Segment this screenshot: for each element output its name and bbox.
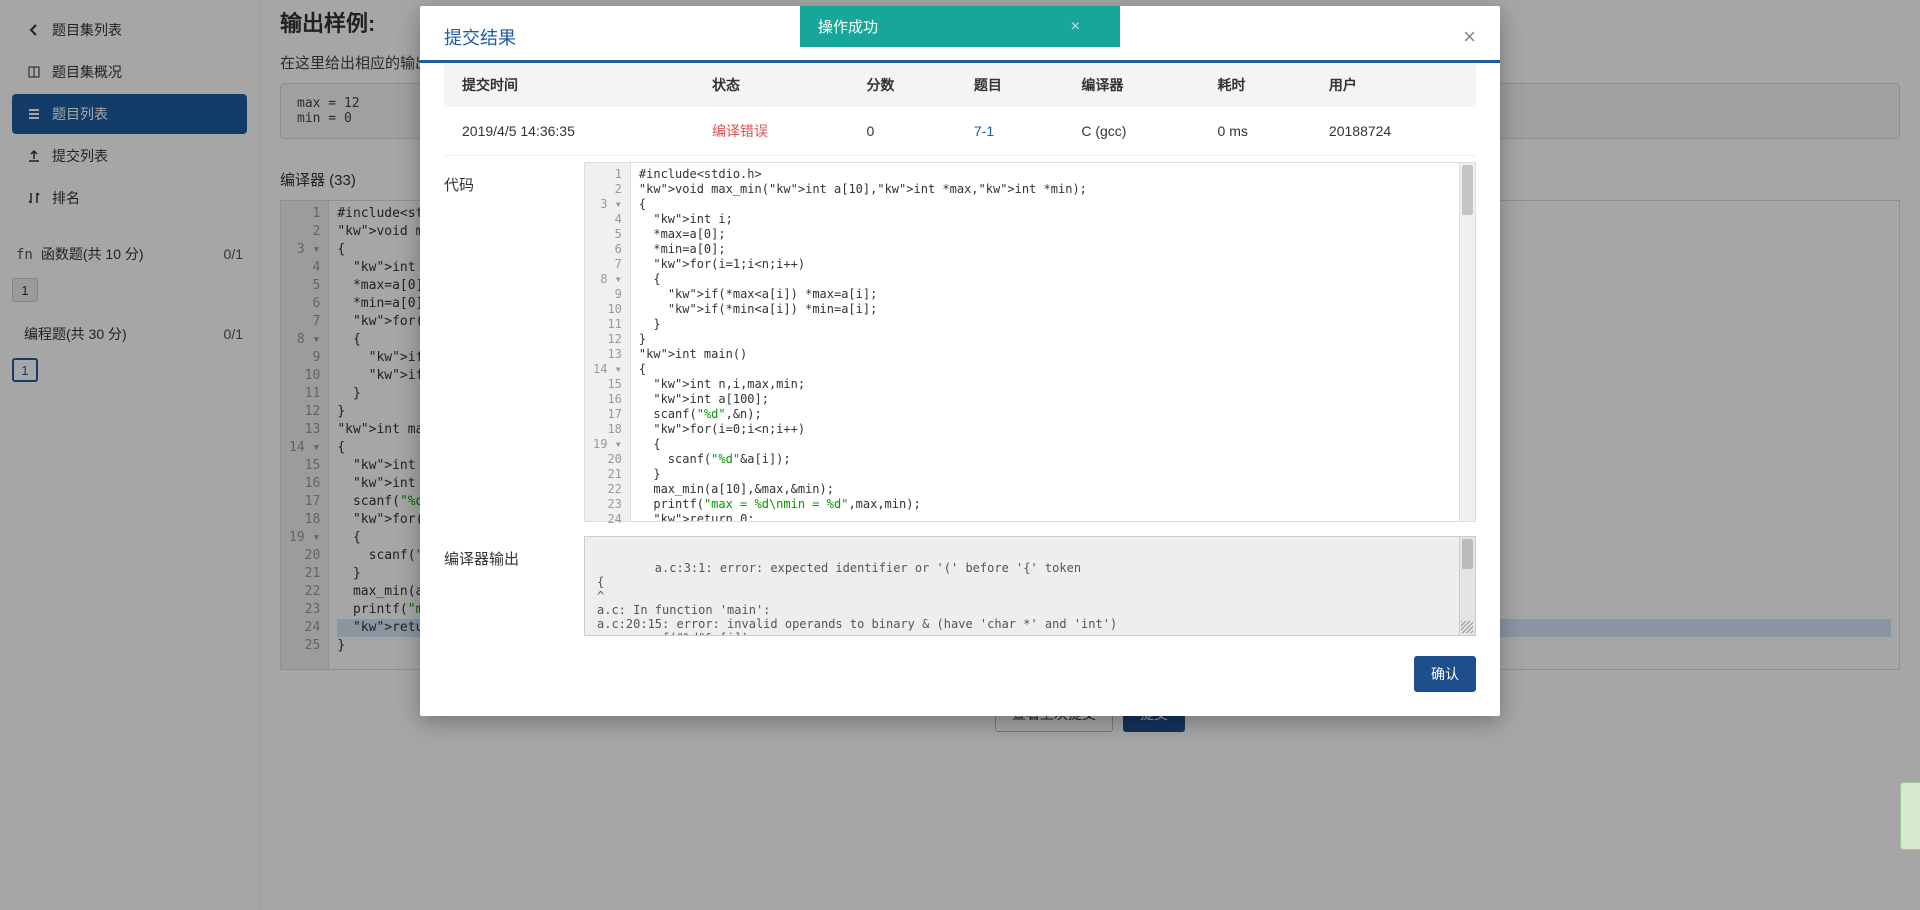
- resize-handle-icon[interactable]: [1461, 621, 1473, 633]
- table-header: 状态: [694, 63, 848, 107]
- code-label: 代码: [444, 162, 564, 195]
- cell-problem[interactable]: 7-1: [956, 107, 1063, 156]
- cell-elapsed: 0 ms: [1200, 107, 1311, 156]
- output-scrollbar-thumb[interactable]: [1462, 539, 1473, 569]
- code-scrollbar[interactable]: [1459, 163, 1475, 521]
- modal-title: 提交结果: [444, 24, 516, 50]
- success-toast: 操作成功 ×: [800, 6, 1120, 47]
- toast-text: 操作成功: [818, 16, 878, 37]
- submitted-code-box[interactable]: 123 ▾45678 ▾91011121314 ▾1516171819 ▾202…: [584, 162, 1476, 522]
- table-header: 耗时: [1200, 63, 1311, 107]
- table-header: 用户: [1311, 63, 1476, 107]
- toast-close-icon[interactable]: ×: [1071, 18, 1080, 36]
- cell-compiler: C (gcc): [1063, 107, 1199, 156]
- result-table: 提交时间状态分数题目编译器耗时用户 2019/4/5 14:36:35 编译错误…: [444, 63, 1476, 156]
- code-gutter: 123 ▾45678 ▾91011121314 ▾1516171819 ▾202…: [585, 163, 631, 521]
- compiler-output-text: a.c:3:1: error: expected identifier or '…: [597, 561, 1117, 636]
- table-header: 提交时间: [444, 63, 694, 107]
- cell-status[interactable]: 编译错误: [694, 107, 848, 156]
- code-area[interactable]: #include<stdio.h>"kw">void max_min("kw">…: [631, 163, 1459, 521]
- table-header: 分数: [848, 63, 955, 107]
- side-helper-tab[interactable]: [1900, 782, 1920, 850]
- table-header: 题目: [956, 63, 1063, 107]
- cell-score: 0: [848, 107, 955, 156]
- cell-time: 2019/4/5 14:36:35: [444, 107, 694, 156]
- confirm-button[interactable]: 确认: [1414, 656, 1476, 692]
- modal-close-button[interactable]: ×: [1463, 26, 1476, 48]
- cell-user: 20188724: [1311, 107, 1476, 156]
- compiler-output-label: 编译器输出: [444, 536, 564, 569]
- scrollbar-thumb[interactable]: [1462, 165, 1473, 215]
- table-header: 编译器: [1063, 63, 1199, 107]
- result-modal: 提交结果 × 提交时间状态分数题目编译器耗时用户 2019/4/5 14:36:…: [420, 6, 1500, 716]
- compiler-output-box[interactable]: a.c:3:1: error: expected identifier or '…: [584, 536, 1476, 636]
